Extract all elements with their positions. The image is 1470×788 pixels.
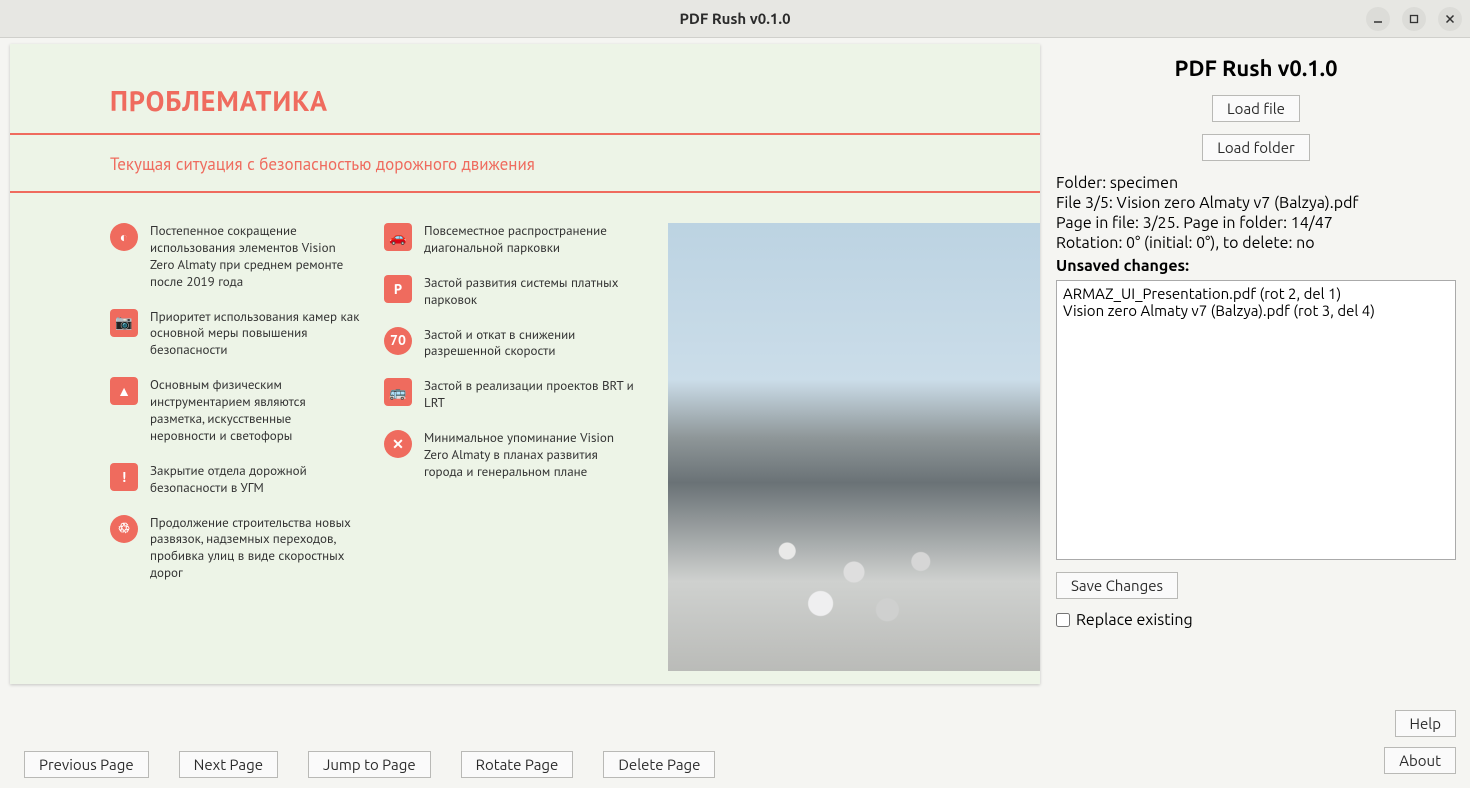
titlebar: PDF Rush v0.1.0 [0, 0, 1470, 38]
close-button[interactable] [1438, 7, 1462, 31]
save-changes-button[interactable]: Save Changes [1056, 572, 1178, 599]
slide-item: Застой развития системы платных парковок [424, 275, 634, 309]
load-folder-button[interactable]: Load folder [1202, 134, 1309, 161]
next-page-button[interactable]: Next Page [179, 751, 278, 778]
car-icon: 🚗 [384, 223, 412, 251]
slide-item: Застой в реализации проектов BRT и LRT [424, 378, 634, 412]
maximize-button[interactable] [1402, 7, 1426, 31]
delete-page-button[interactable]: Delete Page [603, 751, 715, 778]
recycle-icon: ♲ [110, 515, 138, 543]
slide-right-column: 🚗 Повсеместное распространение диагональн… [384, 223, 634, 671]
slide-item: Приоритет использования камер как основн… [150, 309, 360, 360]
slide-heading: ПРОБЛЕМАТИКА [10, 44, 1040, 127]
sidebar-title: PDF Rush v0.1.0 [1056, 56, 1456, 81]
change-entry: ARMAZ_UI_Presentation.pdf (rot 2, del 1) [1063, 285, 1449, 302]
slide-item: Повсеместное распространение диагонально… [424, 223, 634, 257]
rotation-info: Rotation: 0° (initial: 0°), to delete: n… [1056, 234, 1456, 252]
page-info: Page in file: 3/25. Page in folder: 14/4… [1056, 214, 1456, 232]
folder-info: Folder: specimen [1056, 174, 1456, 192]
bus-icon: 🚌 [384, 378, 412, 406]
window-controls [1366, 7, 1462, 31]
slide-item: Минимальное упоминание Vision Zero Almat… [424, 430, 634, 481]
minimize-button[interactable] [1366, 7, 1390, 31]
help-button[interactable]: Help [1395, 710, 1456, 737]
slide-item: Закрытие отдела дорожной безопасности в … [150, 463, 360, 497]
window-title: PDF Rush v0.1.0 [679, 10, 790, 27]
replace-existing-checkbox[interactable] [1056, 613, 1070, 627]
bullet-icon: ◐ [110, 223, 138, 251]
slide-divider [10, 133, 1040, 135]
replace-existing-row[interactable]: Replace existing [1056, 611, 1456, 629]
change-entry: Vision zero Almaty v7 (Balzya).pdf (rot … [1063, 302, 1449, 319]
slide-left-column: ◐ Постепенное сокращение использования эл… [110, 223, 360, 671]
slide-item: Застой и откат в снижении разрешенной ск… [424, 327, 634, 361]
slide-divider [10, 191, 1040, 193]
page-preview: ПРОБЛЕМАТИКА Текущая ситуация с безопасн… [10, 44, 1040, 684]
file-info: File 3/5: Vision zero Almaty v7 (Balzya)… [1056, 194, 1456, 212]
sidebar: PDF Rush v0.1.0 Load file Load folder Fo… [1050, 38, 1470, 788]
warning-icon: ! [110, 463, 138, 491]
previous-page-button[interactable]: Previous Page [24, 751, 149, 778]
warning-icon: ▲ [110, 377, 138, 405]
slide-item: Постепенное сокращение использования эле… [150, 223, 360, 291]
camera-icon: 📷 [110, 309, 138, 337]
cancel-icon: ✕ [384, 430, 412, 458]
unsaved-label: Unsaved changes: [1056, 257, 1456, 275]
about-button[interactable]: About [1384, 747, 1456, 774]
rotate-page-button[interactable]: Rotate Page [461, 751, 574, 778]
parking-icon: P [384, 275, 412, 303]
slide-photo [668, 223, 1040, 671]
changes-list[interactable]: ARMAZ_UI_Presentation.pdf (rot 2, del 1)… [1056, 280, 1456, 560]
speed-icon: 70 [384, 327, 412, 355]
slide-item: Основным физическим инструментарием явля… [150, 377, 360, 445]
jump-to-page-button[interactable]: Jump to Page [308, 751, 431, 778]
page-toolbar: Previous Page Next Page Jump to Page Rot… [10, 737, 1040, 786]
load-file-button[interactable]: Load file [1212, 95, 1300, 122]
preview-column: ПРОБЛЕМАТИКА Текущая ситуация с безопасн… [0, 38, 1050, 788]
slide-item: Продолжение строительства новых развязок… [150, 515, 360, 583]
slide-subheading: Текущая ситуация с безопасностью дорожно… [10, 147, 1040, 185]
replace-existing-label: Replace existing [1076, 611, 1193, 629]
